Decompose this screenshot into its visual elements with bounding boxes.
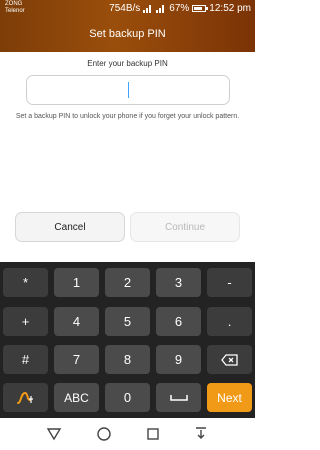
backspace-icon <box>220 353 238 366</box>
signal-icon <box>156 4 166 13</box>
key-9[interactable]: 9 <box>156 345 201 374</box>
recents-icon[interactable] <box>145 426 161 442</box>
key-star[interactable]: * <box>3 268 48 297</box>
key-0[interactable]: 0 <box>105 383 150 412</box>
key-minus[interactable]: - <box>207 268 252 297</box>
pin-prompt: Enter your backup PIN <box>87 59 168 68</box>
navigation-bar <box>0 418 255 450</box>
app-header: ZONG Telenor 754B/s 67% 12:52 pm Set bac… <box>0 0 255 52</box>
key-5[interactable]: 5 <box>105 307 150 336</box>
carrier-1: ZONG <box>5 1 23 7</box>
carrier-labels: ZONG Telenor <box>5 1 25 15</box>
key-4[interactable]: 4 <box>54 307 99 336</box>
key-7[interactable]: 7 <box>54 345 99 374</box>
notification-icon[interactable] <box>193 426 209 442</box>
backup-pin-input[interactable] <box>26 75 230 105</box>
swype-icon <box>16 391 33 404</box>
key-3[interactable]: 3 <box>156 268 201 297</box>
clock: 12:52 pm <box>209 3 251 14</box>
help-text: Set a backup PIN to unlock your phone if… <box>15 113 240 120</box>
backspace-key[interactable] <box>207 345 252 374</box>
key-hash[interactable]: # <box>3 345 48 374</box>
continue-button[interactable]: Continue <box>130 212 240 242</box>
key-6[interactable]: 6 <box>156 307 201 336</box>
space-key[interactable] <box>156 383 201 412</box>
key-1[interactable]: 1 <box>54 268 99 297</box>
swype-key[interactable] <box>3 383 48 412</box>
back-icon[interactable] <box>46 426 62 442</box>
space-icon <box>169 394 188 401</box>
key-2[interactable]: 2 <box>105 268 150 297</box>
carrier-2: Telenor <box>5 8 25 14</box>
cancel-button[interactable]: Cancel <box>15 212 125 242</box>
battery-percent: 67% <box>169 3 190 14</box>
status-right: 754B/s 67% 12:52 pm <box>109 3 251 14</box>
home-icon[interactable] <box>96 426 112 442</box>
page-title: Set backup PIN <box>89 28 166 40</box>
battery-icon <box>192 5 209 12</box>
key-abc[interactable]: ABC <box>54 383 99 412</box>
text-cursor <box>128 82 129 98</box>
key-8[interactable]: 8 <box>105 345 150 374</box>
key-dot[interactable]: . <box>207 307 252 336</box>
next-key[interactable]: Next <box>207 383 252 412</box>
signal-icon <box>143 4 153 13</box>
key-plus[interactable]: + <box>3 307 48 336</box>
network-speed: 754B/s <box>109 3 141 14</box>
numeric-keyboard: * 1 2 3 - + 4 5 6 . # 7 8 9 ABC 0 Next <box>0 262 255 418</box>
